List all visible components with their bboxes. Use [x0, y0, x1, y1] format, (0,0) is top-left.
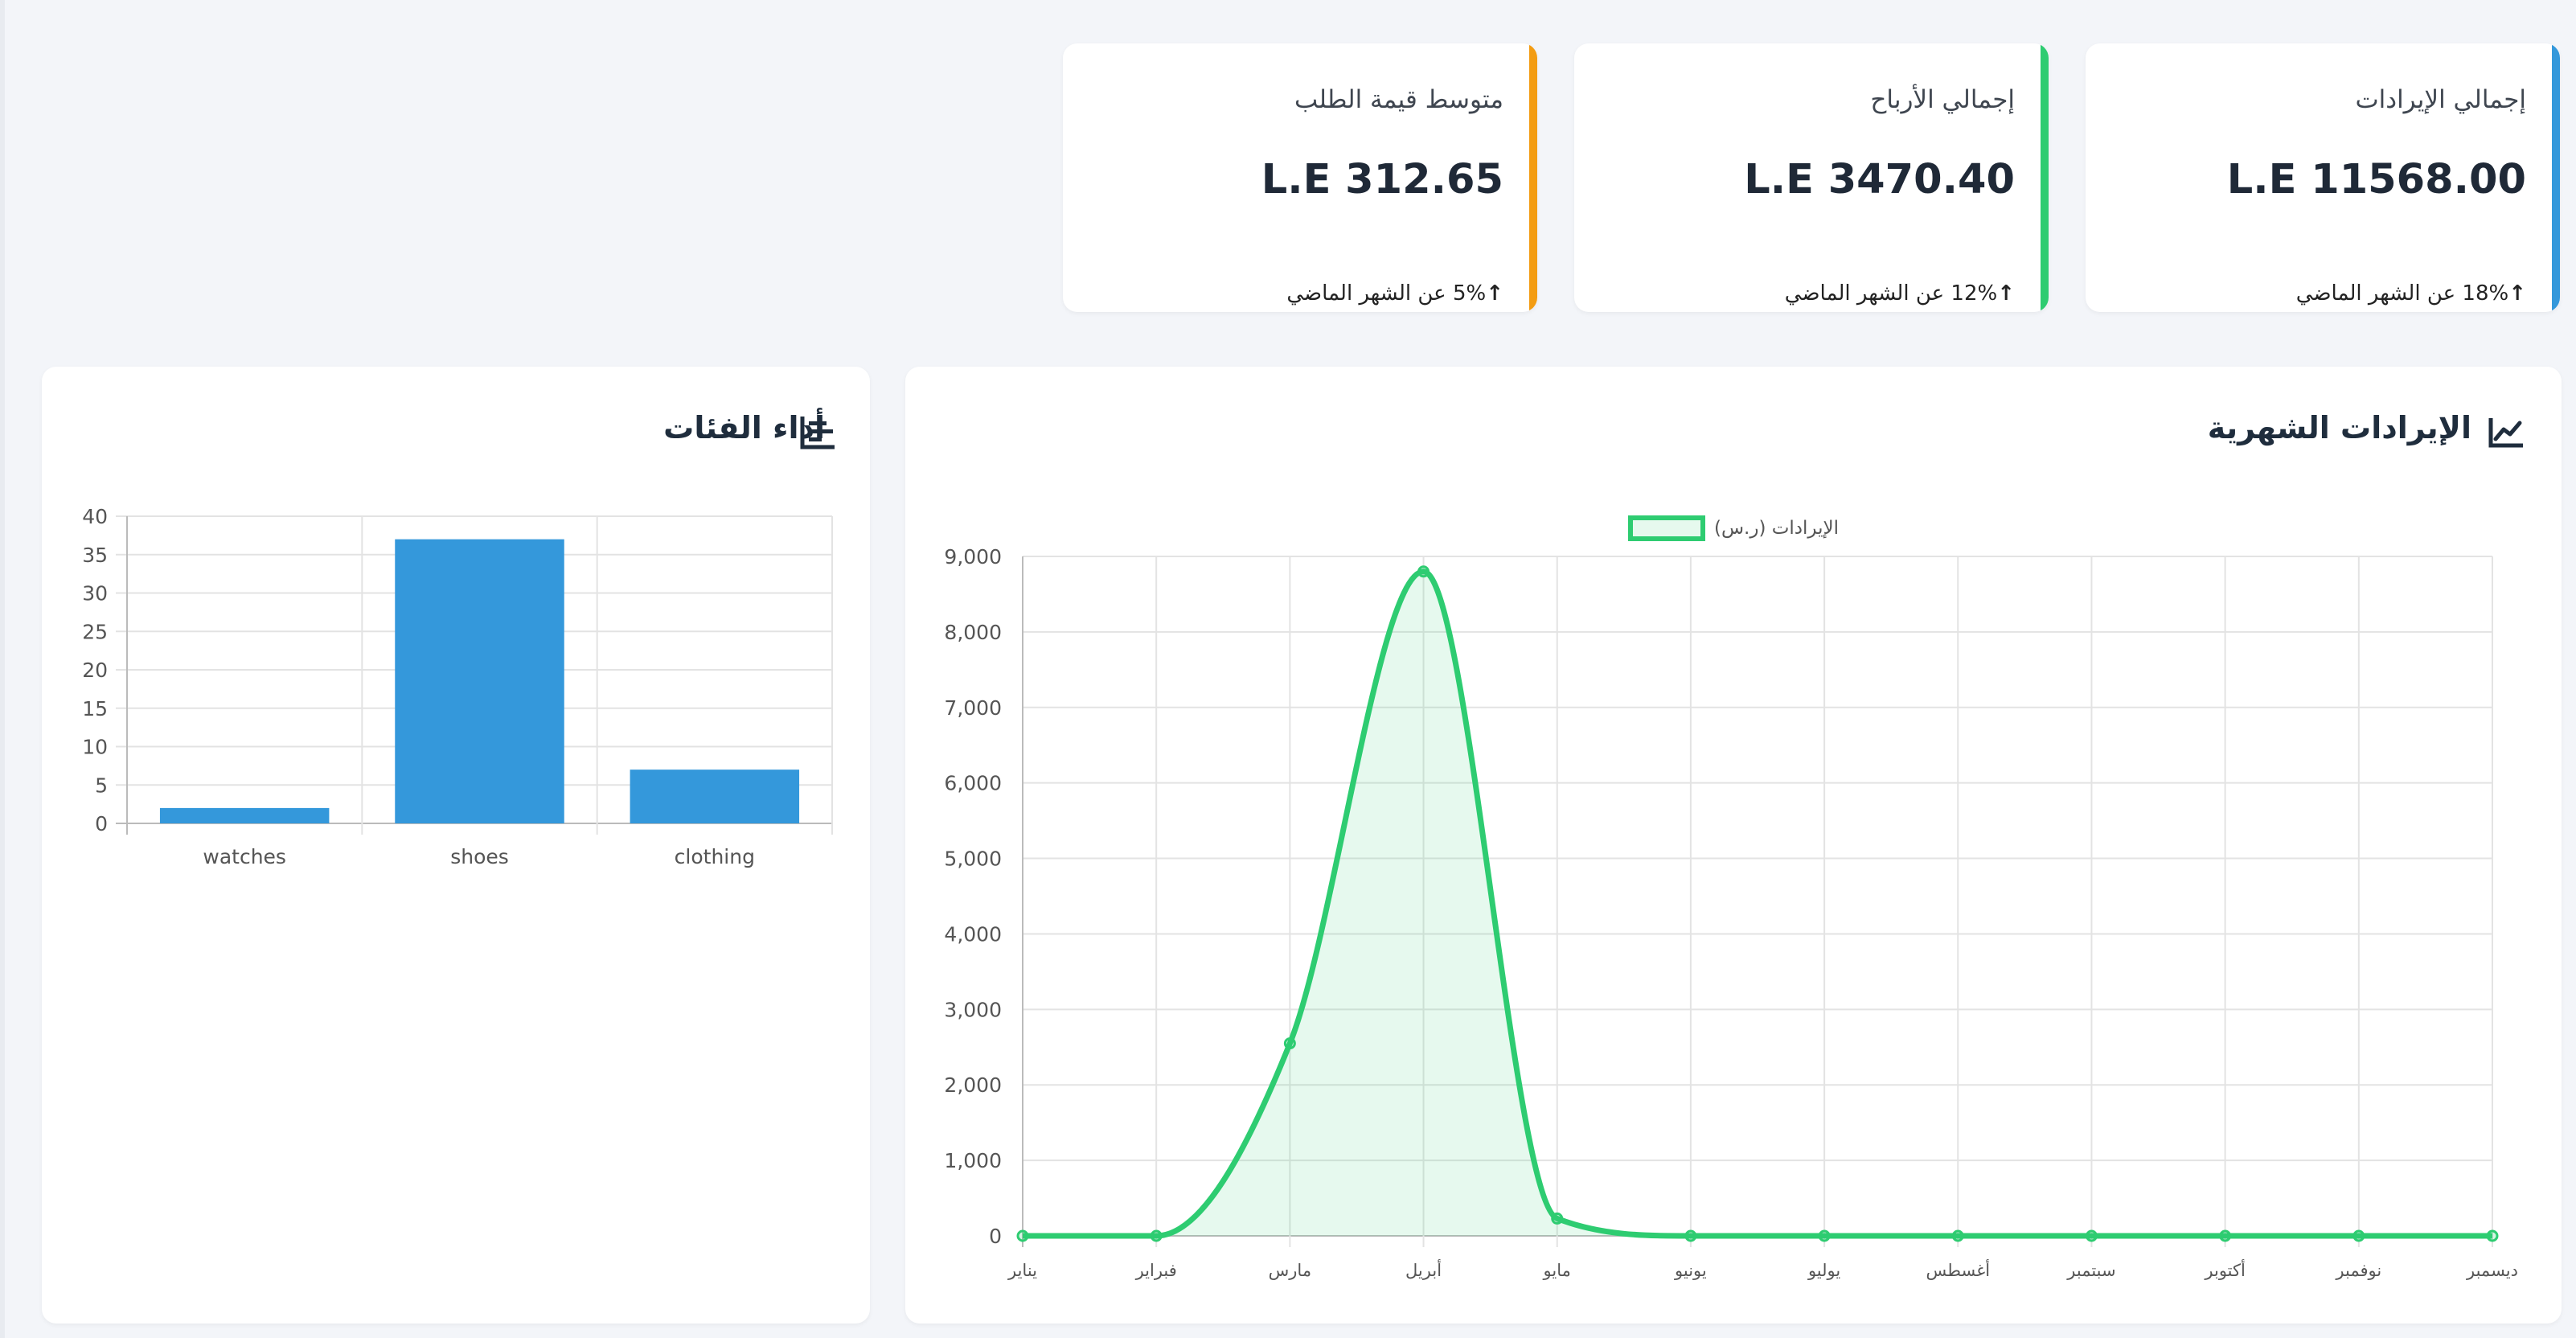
legend-label: الإيرادات (ر.س) — [1714, 518, 1839, 539]
y-tick-label: 3,000 — [944, 998, 1002, 1021]
revenue-point — [2352, 1229, 2365, 1242]
y-tick-label: 0 — [989, 1225, 1002, 1248]
x-tick-label: مارس — [1269, 1261, 1311, 1280]
x-tick-label: clothing — [675, 845, 755, 868]
revenue-point — [1417, 565, 1430, 578]
y-tick-label: 4,000 — [944, 922, 1002, 946]
y-tick-label: 15 — [82, 697, 108, 720]
revenue-point — [1684, 1229, 1697, 1242]
x-tick-label: shoes — [450, 845, 509, 868]
y-tick-label: 2,000 — [944, 1073, 1002, 1097]
legend-swatch — [1628, 515, 1705, 541]
y-tick-label: 35 — [82, 544, 108, 567]
y-tick-label: 20 — [82, 659, 108, 682]
revenue-point — [2085, 1229, 2098, 1242]
x-tick-label: أبريل — [1405, 1259, 1442, 1280]
y-tick-label: 1,000 — [944, 1149, 1002, 1172]
revenue-line — [1023, 568, 2492, 1239]
revenue-point — [2486, 1229, 2499, 1242]
category-bar — [630, 770, 800, 823]
x-tick-label: سبتمبر — [2066, 1261, 2115, 1280]
revenue-area-fill — [1023, 571, 2492, 1236]
y-tick-label: 6,000 — [944, 772, 1002, 795]
category-bar — [395, 539, 564, 823]
charts-layer: 0 1,000 2,000 3,000 4,000 5,000 6,000 7,000 8,00… — [82, 505, 2518, 1280]
x-tick-label: أغسطس — [1926, 1259, 1990, 1280]
y-tick-label: 40 — [82, 505, 108, 528]
y-tick-label: 9,000 — [944, 545, 1002, 568]
revenue-point — [1016, 1229, 1029, 1242]
x-tick-label: ديسمبر — [2466, 1261, 2518, 1280]
x-tick-label: watches — [203, 845, 286, 868]
revenue-line-chart: 0 1,000 2,000 3,000 4,000 5,000 6,000 7,000 8,00… — [944, 515, 2518, 1280]
y-tick-label: 25 — [82, 620, 108, 643]
x-tick-label: فبراير — [1135, 1261, 1177, 1280]
revenue-point — [2219, 1229, 2232, 1242]
category-bar — [159, 807, 330, 823]
category-bar-chart: 0 5 10 15 20 25 30 35 40 watches shoes clothing — [82, 505, 833, 868]
y-tick-label: 0 — [95, 812, 108, 835]
y-tick-label: 5 — [95, 774, 108, 797]
y-tick-label: 30 — [82, 582, 108, 605]
revenue-point — [1150, 1229, 1163, 1242]
revenue-point — [1551, 1212, 1564, 1225]
revenue-point — [1951, 1229, 1964, 1242]
revenue-point — [1818, 1229, 1831, 1242]
y-tick-label: 10 — [82, 736, 108, 759]
x-tick-label: يناير — [1007, 1261, 1037, 1280]
x-tick-label: نوفمبر — [2335, 1261, 2381, 1280]
y-tick-label: 8,000 — [944, 621, 1002, 644]
x-tick-label: مايو — [1543, 1261, 1571, 1280]
y-tick-label: 7,000 — [944, 696, 1002, 720]
x-tick-label: يونيو — [1674, 1261, 1707, 1280]
x-tick-label: أكتوبر — [2204, 1259, 2245, 1280]
revenue-point — [1283, 1037, 1296, 1050]
x-tick-label: يوليو — [1807, 1261, 1840, 1280]
y-tick-label: 5,000 — [944, 848, 1002, 871]
